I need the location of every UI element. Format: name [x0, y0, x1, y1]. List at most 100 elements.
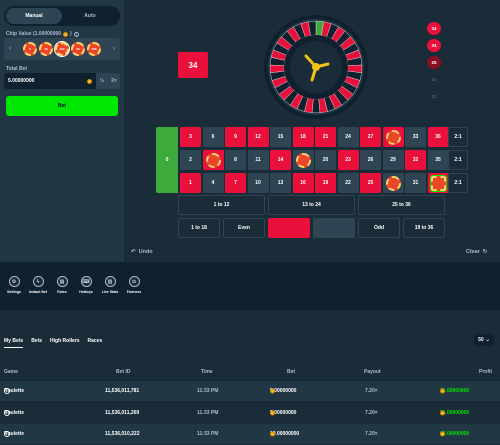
mode-tabs: Manual Auto: [4, 6, 120, 26]
bet-id[interactable]: 11,536,010,222: [105, 431, 139, 437]
number-cell-14[interactable]: 14: [270, 150, 291, 170]
column-bet-bottom[interactable]: 2:1: [448, 173, 468, 193]
bet-odd[interactable]: Odd: [358, 218, 400, 238]
column-bet-top[interactable]: 2:1: [448, 127, 468, 147]
placed-chip[interactable]: [385, 129, 401, 145]
chip-selected[interactable]: 100: [54, 41, 70, 57]
number-cell-23[interactable]: 23: [337, 150, 359, 170]
bets-table-header: Game Bet ID Time Bet Payout Profit: [0, 366, 500, 378]
number-cell-33[interactable]: 33: [405, 127, 426, 147]
total-bet-value: 5.00000000: [8, 78, 35, 84]
chart-icon: ▥: [104, 276, 116, 287]
number-cell-26[interactable]: 26: [360, 150, 381, 170]
number-cell-6[interactable]: 6: [202, 127, 224, 147]
dozen-13-24[interactable]: 13 to 24: [268, 195, 355, 215]
chevron-right-icon[interactable]: ›: [110, 46, 118, 52]
info-icon[interactable]: i: [73, 31, 79, 37]
double-button[interactable]: 2×: [108, 78, 120, 84]
placed-chip[interactable]: [385, 175, 401, 191]
number-cell-20[interactable]: 20: [315, 150, 336, 170]
chip[interactable]: 1: [23, 42, 37, 56]
tool-instant-bet[interactable]: ϟ Instant Bet: [26, 276, 50, 310]
number-cell-31[interactable]: 31: [405, 173, 426, 193]
placed-chip[interactable]: [295, 152, 311, 168]
chip[interactable]: 1K: [71, 42, 85, 56]
table-row[interactable]: Roulette 11,536,011,781 11:33 PM 5.00000…: [0, 381, 500, 401]
chevron-down-icon: ⌄: [485, 337, 490, 343]
total-bet-input[interactable]: 5.00000000: [4, 73, 96, 89]
placed-chip[interactable]: [205, 152, 221, 168]
coin-icon: [440, 388, 445, 394]
total-bet-field: 5.00000000 ½ 2×: [4, 73, 120, 89]
number-cell-18[interactable]: 18: [292, 127, 314, 147]
number-cell-27[interactable]: 27: [360, 127, 381, 147]
number-cell-21[interactable]: 21: [315, 127, 336, 147]
chip[interactable]: 10K: [87, 42, 101, 56]
number-cell-7[interactable]: 7: [225, 173, 246, 193]
number-cell-4[interactable]: 4: [202, 173, 224, 193]
number-cell-1[interactable]: 1: [180, 173, 201, 193]
zero-cell[interactable]: 0: [156, 127, 178, 193]
number-cell-22[interactable]: 22: [337, 173, 359, 193]
history-item: 34: [427, 22, 441, 35]
bet-id[interactable]: 11,536,011,781: [105, 388, 139, 394]
number-cell-13[interactable]: 13: [270, 173, 291, 193]
bet-black[interactable]: [313, 218, 355, 238]
column-bet-middle[interactable]: 2:1: [448, 150, 468, 170]
number-cell-16[interactable]: 16: [292, 173, 314, 193]
number-cell-36[interactable]: 36: [427, 127, 449, 147]
dozen-1-12[interactable]: 1 to 12: [178, 195, 265, 215]
tab-races[interactable]: Races: [87, 335, 102, 348]
rows-count-select[interactable]: 50 ⌄: [474, 334, 494, 346]
half-button[interactable]: ½: [96, 78, 108, 84]
tab-bets[interactable]: Bets: [31, 335, 42, 348]
number-cell-35[interactable]: 35: [427, 150, 449, 170]
bet-button[interactable]: Bet: [6, 96, 118, 116]
tab-high-rollers[interactable]: High Rollers: [50, 335, 79, 348]
number-cell-2[interactable]: 2: [180, 150, 201, 170]
header-bet: Bet: [287, 369, 296, 375]
table-row[interactable]: Roulette 11,536,011,269 11:33 PM 5.00000…: [0, 403, 500, 423]
number-cell-15[interactable]: 15: [270, 127, 291, 147]
chip-value-close-paren: ): [70, 31, 72, 37]
tool-settings[interactable]: ⚙ Settings: [2, 276, 26, 310]
dozen-25-36[interactable]: 25 to 36: [358, 195, 445, 215]
bet-red[interactable]: [268, 218, 310, 238]
number-cell-8[interactable]: 8: [225, 150, 246, 170]
clear-label: Clear: [466, 249, 480, 255]
number-cell-12[interactable]: 12: [247, 127, 269, 147]
tool-hotkeys[interactable]: ⌨ Hotkeys: [74, 276, 98, 310]
coin-icon: [440, 431, 445, 437]
table-row[interactable]: Roulette 11,536,010,222 11:33 PM 10.0000…: [0, 424, 500, 444]
bet-1-18[interactable]: 1 to 18: [178, 218, 220, 238]
bet-id[interactable]: 11,536,011,269: [105, 410, 139, 416]
bet-19-36[interactable]: 19 to 36: [403, 218, 445, 238]
undo-button[interactable]: ↶ Undo: [131, 249, 153, 255]
gear-icon: ⚙: [8, 276, 20, 287]
chip-value-label: Chip Value (1.00000000 ) i: [6, 31, 79, 37]
number-cell-32[interactable]: 32: [405, 150, 426, 170]
number-cell-10[interactable]: 10: [247, 173, 269, 193]
tab-auto[interactable]: Auto: [62, 8, 118, 24]
tool-label: Settings: [7, 290, 21, 294]
placed-chip[interactable]: [429, 174, 447, 192]
number-cell-24[interactable]: 24: [337, 127, 359, 147]
chevron-left-icon[interactable]: ‹: [6, 46, 14, 52]
number-cell-29[interactable]: 29: [382, 150, 404, 170]
number-cell-25[interactable]: 25: [360, 173, 381, 193]
chip-list: 1 10 100 1K 10K: [23, 41, 101, 57]
chip[interactable]: 10: [39, 42, 53, 56]
tool-live-stats[interactable]: ▥ Live Stats: [98, 276, 122, 310]
number-cell-19[interactable]: 19: [315, 173, 336, 193]
number-cell-9[interactable]: 9: [225, 127, 246, 147]
tool-rules[interactable]: ▤ Rules: [50, 276, 74, 310]
number-cell-3[interactable]: 3: [180, 127, 201, 147]
bet-game-name: Roulette: [4, 409, 24, 416]
coin-icon: [270, 388, 275, 394]
number-cell-11[interactable]: 11: [247, 150, 269, 170]
bet-even[interactable]: Even: [223, 218, 265, 238]
tab-my-bets[interactable]: My Bets: [4, 335, 24, 348]
clear-button[interactable]: Clear ↻: [466, 249, 487, 255]
tool-fairness[interactable]: ⚖ Fairness: [122, 276, 146, 310]
tab-manual[interactable]: Manual: [6, 8, 62, 24]
